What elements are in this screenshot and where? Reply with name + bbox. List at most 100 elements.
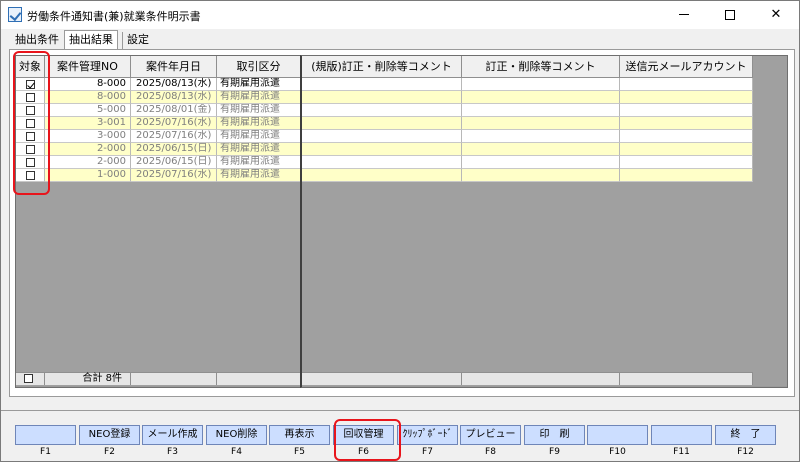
edit-comment-cell[interactable]: [462, 78, 620, 91]
results-panel: 対象 案件管理NO 案件年月日 取引区分 8-000 2025/08/13(水) 有…: [9, 49, 795, 397]
sender-account-cell[interactable]: [620, 104, 753, 117]
pre-edit-comment-cell[interactable]: [302, 104, 462, 117]
table-row[interactable]: [302, 104, 787, 117]
edit-comment-cell[interactable]: [462, 130, 620, 143]
fkey-button-f7[interactable]: ｸﾘｯﾌﾟﾎﾞｰﾄﾞ: [397, 425, 458, 445]
edit-comment-cell[interactable]: [462, 156, 620, 169]
sender-account-cell[interactable]: [620, 156, 753, 169]
fkey-button-f11[interactable]: [651, 425, 712, 445]
edit-comment-cell[interactable]: [462, 104, 620, 117]
pre-edit-comment-cell[interactable]: [302, 143, 462, 156]
fkey-button-f2[interactable]: NEO登録: [79, 425, 140, 445]
row-checkbox[interactable]: [26, 119, 35, 128]
row-checkbox[interactable]: [26, 158, 35, 167]
row-checkbox-cell[interactable]: [16, 169, 45, 182]
case-date-cell: 2025/07/16(水): [131, 169, 217, 182]
fkey-button-f10[interactable]: [587, 425, 648, 445]
header-pre-edit-comment[interactable]: (規版)訂正・削除等コメント: [302, 56, 462, 78]
table-row[interactable]: [302, 78, 787, 91]
edit-comment-cell[interactable]: [462, 91, 620, 104]
fkey-label-f1: F1: [40, 447, 51, 457]
select-all-checkbox[interactable]: [24, 374, 33, 383]
case-no-cell: 8-000: [45, 78, 131, 91]
fkey-button-f4[interactable]: NEO削除: [206, 425, 267, 445]
pre-edit-comment-cell[interactable]: [302, 130, 462, 143]
fkey-button-f5[interactable]: 再表示: [269, 425, 330, 445]
horizontal-scrollbar-left[interactable]: ◀ ▶: [16, 386, 304, 388]
footer-select-all-cell[interactable]: [16, 372, 45, 385]
tab-settings[interactable]: 設定: [122, 32, 153, 49]
table-row[interactable]: 3-000 2025/07/16(水) 有期雇用派遣: [16, 130, 301, 143]
fkey-label-f7: F7: [422, 447, 433, 457]
case-date-cell: 2025/07/16(水): [131, 130, 217, 143]
row-checkbox[interactable]: [26, 132, 35, 141]
fkey-label-f2: F2: [104, 447, 115, 457]
close-button[interactable]: ✕: [753, 1, 799, 29]
table-row[interactable]: 2-000 2025/06/15(日) 有期雇用派遣: [16, 156, 301, 169]
fkey-button-f9[interactable]: 印 刷: [524, 425, 585, 445]
table-row[interactable]: 1-000 2025/07/16(水) 有期雇用派遣: [16, 169, 301, 182]
header-case-no[interactable]: 案件管理NO: [45, 56, 131, 78]
table-row[interactable]: 5-000 2025/08/01(金) 有期雇用派遣: [16, 104, 301, 117]
row-checkbox-cell[interactable]: [16, 78, 45, 91]
row-checkbox[interactable]: [26, 93, 35, 102]
maximize-button[interactable]: [707, 1, 753, 29]
horizontal-scrollbar-right[interactable]: ‹: [302, 386, 787, 388]
pre-edit-comment-cell[interactable]: [302, 91, 462, 104]
table-row[interactable]: 3-001 2025/07/16(水) 有期雇用派遣: [16, 117, 301, 130]
row-checkbox[interactable]: [26, 145, 35, 154]
sender-account-cell[interactable]: [620, 143, 753, 156]
table-row[interactable]: 8-000 2025/08/13(水) 有期雇用派遣: [16, 78, 301, 91]
fkey-button-f12[interactable]: 終 了: [715, 425, 776, 445]
fkey-button-f1[interactable]: [15, 425, 76, 445]
sender-account-cell[interactable]: [620, 78, 753, 91]
fkey-button-f8[interactable]: プレビュー: [460, 425, 521, 445]
tab-extract-results[interactable]: 抽出結果: [64, 30, 118, 49]
row-checkbox-cell[interactable]: [16, 91, 45, 104]
row-checkbox-cell[interactable]: [16, 104, 45, 117]
edit-comment-cell[interactable]: [462, 117, 620, 130]
table-row[interactable]: [302, 169, 787, 182]
header-sender-account[interactable]: 送信元メールアカウント: [620, 56, 753, 78]
row-checkbox[interactable]: [26, 171, 35, 180]
pre-edit-comment-cell[interactable]: [302, 169, 462, 182]
header-edit-comment[interactable]: 訂正・削除等コメント: [462, 56, 620, 78]
window-title: 労働条件通知書(兼)就業条件明示書: [27, 10, 201, 23]
table-row[interactable]: [302, 143, 787, 156]
fkey-button-f3[interactable]: メール作成: [142, 425, 203, 445]
sender-account-cell[interactable]: [620, 117, 753, 130]
table-row[interactable]: 8-000 2025/08/13(水) 有期雇用派遣: [16, 91, 301, 104]
fkey-button-f6[interactable]: 回収管理: [333, 425, 394, 445]
pre-edit-comment-cell[interactable]: [302, 117, 462, 130]
scroll-left-icon[interactable]: ‹: [304, 387, 316, 388]
sender-account-cell[interactable]: [620, 169, 753, 182]
table-row[interactable]: [302, 156, 787, 169]
scroll-left-icon[interactable]: ◀: [16, 387, 28, 388]
sender-account-cell[interactable]: [620, 91, 753, 104]
edit-comment-cell[interactable]: [462, 169, 620, 182]
row-checkbox[interactable]: [26, 106, 35, 115]
header-target[interactable]: 対象: [16, 56, 45, 78]
pre-edit-comment-cell[interactable]: [302, 156, 462, 169]
app-icon: [8, 7, 22, 22]
fkey-label-f4: F4: [231, 447, 242, 457]
sender-account-cell[interactable]: [620, 130, 753, 143]
tab-extract-conditions[interactable]: 抽出条件: [11, 32, 63, 49]
row-checkbox-cell[interactable]: [16, 156, 45, 169]
table-row[interactable]: 2-000 2025/06/15(日) 有期雇用派遣: [16, 143, 301, 156]
edit-comment-cell[interactable]: [462, 143, 620, 156]
table-row[interactable]: [302, 91, 787, 104]
pre-edit-comment-cell[interactable]: [302, 78, 462, 91]
case-no-cell: 2-000: [45, 143, 131, 156]
table-row[interactable]: [302, 117, 787, 130]
row-checkbox-cell[interactable]: [16, 117, 45, 130]
row-checkbox[interactable]: [26, 80, 35, 89]
header-case-date[interactable]: 案件年月日: [131, 56, 217, 78]
row-checkbox-cell[interactable]: [16, 130, 45, 143]
grid-header-row-right: (規版)訂正・削除等コメント 訂正・削除等コメント 送信元メールアカウント: [302, 56, 753, 78]
fkey-label-f12: F12: [737, 447, 754, 457]
minimize-button[interactable]: [661, 1, 707, 29]
table-row[interactable]: [302, 130, 787, 143]
header-transaction-type[interactable]: 取引区分: [217, 56, 301, 78]
row-checkbox-cell[interactable]: [16, 143, 45, 156]
